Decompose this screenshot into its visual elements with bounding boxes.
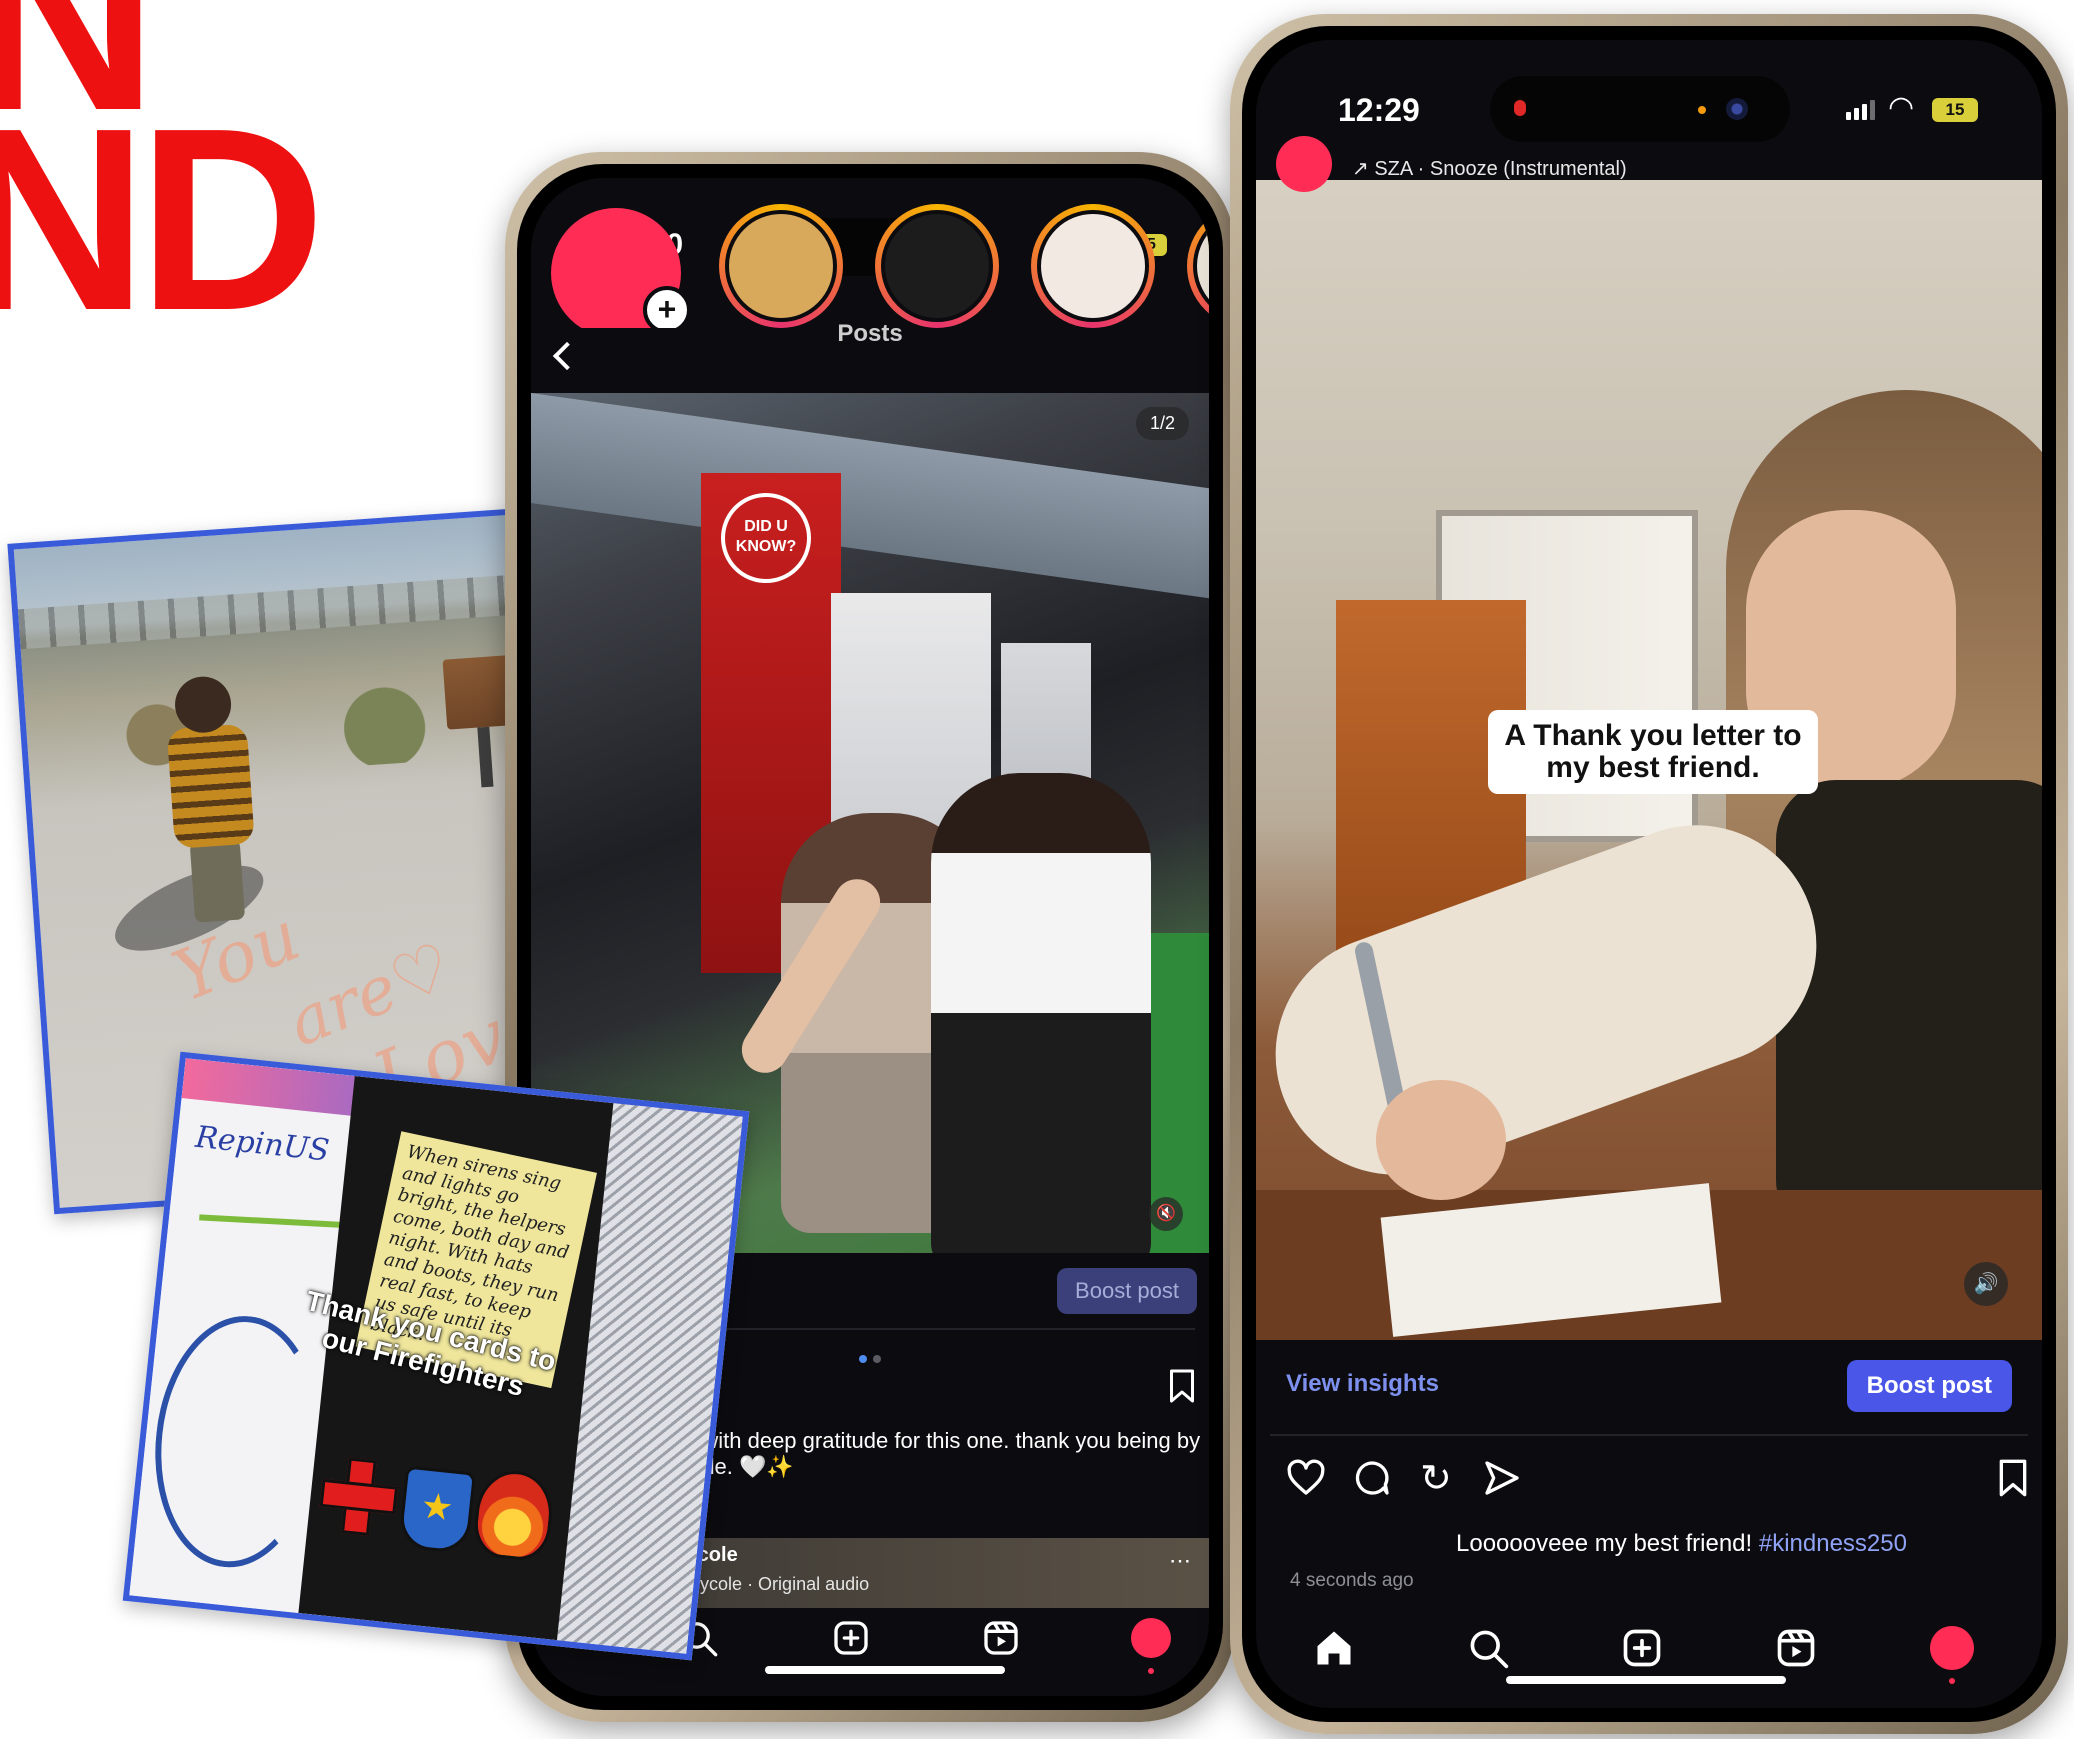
headline: N ND (0, 0, 326, 365)
vending-logo: DID U KNOW? (721, 493, 811, 583)
next-post-preview[interactable]: eboycole aceboycole · Original audio ⋯ (631, 1538, 1209, 1608)
send-icon[interactable] (1482, 1458, 1522, 1502)
insights-row: View insights Boost post (1256, 1350, 2042, 1420)
signal-icon (1846, 100, 1875, 120)
caption-hashtag[interactable]: #kindness250 (1759, 1530, 1907, 1557)
heart-icon[interactable] (1286, 1458, 1326, 1502)
bookmark-icon[interactable] (1996, 1458, 2030, 1502)
person-vest (1776, 780, 2042, 1240)
profile-avatar[interactable] (1131, 1618, 1171, 1658)
image-counter: 1/2 (1135, 407, 1189, 440)
mute-icon[interactable]: 🔇 (1149, 1197, 1183, 1231)
red-cross-icon (318, 1455, 395, 1532)
comment-icon[interactable] (1352, 1458, 1392, 1502)
status-time: 12:29 (1338, 92, 1420, 128)
bookmark-icon[interactable] (1166, 1368, 1198, 1408)
reel-video[interactable]: A Thank you letter to my best friend. 🔊 (1256, 180, 2042, 1340)
headline-line-2: ND (0, 75, 326, 365)
person-right (931, 773, 1151, 1253)
recording-indicator (1514, 100, 1526, 116)
more-options-icon[interactable]: ⋯ (1169, 1548, 1191, 1574)
home-indicator[interactable] (1506, 1676, 1786, 1684)
phone-right: 12:29 ◠ 15 A Thank you letter to my best… (1230, 14, 2068, 1734)
stories-tray: + (531, 204, 1209, 338)
profile-dot (1148, 1668, 1154, 1674)
posts-header: Posts (531, 320, 1209, 388)
carousel-dot (873, 1355, 881, 1363)
home-icon[interactable] (1312, 1626, 1356, 1674)
search-icon[interactable] (1466, 1626, 1510, 1674)
post-caption: Loooooveee my best friend! #kindness250 (1456, 1530, 1907, 1558)
posts-title: Posts (837, 320, 903, 347)
profile-dot (1949, 1678, 1955, 1684)
audio-avatar[interactable] (1276, 136, 1332, 192)
volume-icon[interactable]: 🔊 (1964, 1262, 2008, 1306)
boost-post-button[interactable]: Boost post (1057, 1268, 1197, 1314)
phone-right-screen: 12:29 ◠ 15 A Thank you letter to my best… (1256, 40, 2042, 1708)
story-avatar[interactable] (1031, 204, 1155, 328)
awning (531, 393, 1209, 599)
view-insights-link[interactable]: View insights (1286, 1370, 1439, 1398)
profile-avatar[interactable] (1930, 1626, 1974, 1670)
reels-icon[interactable] (1774, 1626, 1818, 1674)
battery-indicator: 15 (1932, 98, 1978, 122)
video-caption: A Thank you letter to my best friend. (1488, 710, 1818, 794)
add-square-icon[interactable] (1620, 1626, 1664, 1674)
post-timestamp: 4 seconds ago (1290, 1570, 1414, 1591)
phone-right-body: 12:29 ◠ 15 A Thank you letter to my best… (1242, 26, 2056, 1722)
home-indicator[interactable] (765, 1666, 1005, 1674)
story-avatar[interactable] (719, 204, 843, 328)
reels-icon[interactable] (981, 1618, 1021, 1662)
boost-post-button[interactable]: Boost post (1846, 1360, 2012, 1412)
post-caption: filled with deep gratitude for this one.… (651, 1428, 1201, 1479)
firefighter-card: RepinUS When sirens sing and lights go b… (122, 1051, 750, 1661)
repost-icon[interactable]: ↻ (1420, 1456, 1452, 1500)
status-bar: 12:29 ◠ 15 (1256, 40, 2042, 142)
carousel-dot-active (859, 1355, 867, 1363)
add-square-icon[interactable] (831, 1618, 871, 1662)
divider (1270, 1434, 2028, 1436)
person-hand (1376, 1080, 1506, 1200)
wifi-icon: ◠ (1888, 91, 1915, 124)
story-avatar[interactable] (875, 204, 999, 328)
caption-text: Loooooveee my best friend! (1456, 1530, 1759, 1557)
audio-track[interactable]: ↗ SZA · Snooze (Instrumental) (1352, 156, 1627, 181)
privacy-dot (1698, 106, 1706, 114)
camera-icon (1726, 98, 1748, 120)
kid-sweater (166, 723, 255, 849)
dynamic-island (1490, 76, 1790, 142)
